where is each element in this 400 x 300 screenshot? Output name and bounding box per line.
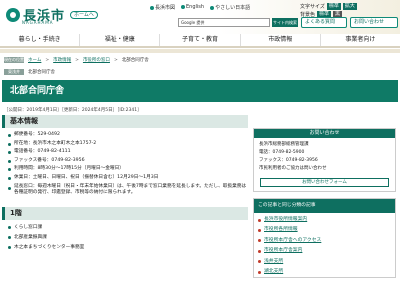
contact-body: 長浜市総務部総務管理課 電話：0749-82-5900 ファックス：0749-8… (254, 138, 395, 176)
global-nav: 暮らし・手続き 福祉・健康 子育て・教育 市政情報 事業者向け (0, 34, 400, 48)
related-articles: この記事と同じ分類の記事 長浜市役所情報案内 市役所各所情報 市役所本庁舎へのア… (253, 198, 396, 279)
info-postal-code: 郵便番号：529-0492 (8, 131, 248, 140)
easy-japanese-icon (210, 5, 215, 10)
contact-heading: お問い合わせ (254, 129, 395, 138)
text-size-standard-button[interactable]: 標準 (326, 3, 341, 10)
page-meta: ［公開日：2019年4月1日］［更新日：2024年4月5日］［ID:2341］ (4, 108, 142, 113)
floor-1-item: くらし窓口課 (8, 223, 248, 233)
utility-link-easy-japanese[interactable]: やさしい日本語 (210, 4, 250, 11)
related-link[interactable]: 浅井支所 (258, 257, 395, 267)
breadcrumb-secondary-current: 北部合同庁舎 (28, 70, 55, 75)
site-sub-name: NAGAHAMA (22, 20, 54, 25)
contact-button[interactable]: お問い合わせ (350, 17, 398, 28)
utility-links: 長浜市図 English やさしい日本語 (150, 4, 250, 11)
utility-link-english[interactable]: English (181, 4, 204, 11)
search-input[interactable]: Google 提供 (178, 18, 270, 27)
home-link[interactable]: ホームへ (70, 11, 98, 19)
info-closed-days: 休業日：土曜日、日曜日、祝日（振替休日含む）12月29日～1月3日 (8, 174, 248, 183)
breadcrumb-tag: 現在の位置 (4, 57, 24, 63)
contact-phone: 電話：0749-82-5900 (259, 150, 305, 155)
site-header: 長浜市 NAGAHAMA ホームへ 長浜市図 English やさしい日本語 文… (0, 0, 400, 34)
sidebar: お問い合わせ 長浜市総務部総務管理課 電話：0749-82-5900 ファックス… (253, 128, 396, 279)
text-size-control: 文字サイズ 標準 拡大 (300, 3, 357, 10)
floor-1-item: 北部産業振興課 (8, 233, 248, 243)
related-heading: この記事と同じ分類の記事 (254, 199, 395, 213)
page: 長浜市 NAGAHAMA ホームへ 長浜市図 English やさしい日本語 文… (0, 0, 400, 300)
utility-link-map[interactable]: 長浜市図 (150, 4, 175, 11)
basic-info-heading: 基本情報 (2, 115, 248, 128)
nav-item-business[interactable]: 事業者向け (319, 34, 400, 46)
breadcrumb-tag-secondary: 東浅井 (4, 69, 24, 75)
related-link[interactable]: 市役所各所情報 (258, 225, 395, 235)
contact-department: 長浜市総務部総務管理課 (259, 142, 309, 147)
breadcrumb-home[interactable]: ホーム (28, 57, 41, 63)
info-address: 所在地：長浜市木之本町木之本1757-2 (8, 140, 248, 149)
info-fax: ファックス番号：0749-82-3956 (8, 157, 248, 166)
search-button[interactable]: サイト内検索 (272, 18, 298, 27)
faq-button[interactable]: よくある質問 (301, 17, 347, 28)
text-size-label: 文字サイズ (300, 4, 325, 10)
floor-1-item: 木之本まちづくりセンター事務室 (8, 243, 248, 253)
nav-item-living[interactable]: 暮らし・手続き (0, 34, 79, 46)
main-content: 基本情報 郵便番号：529-0492 所在地：長浜市木之本町木之本1757-2 … (2, 115, 248, 253)
globe-icon (181, 4, 186, 9)
breadcrumb-current: 北部合同庁舎 (121, 58, 149, 63)
nav-item-city-info[interactable]: 市政情報 (239, 34, 320, 46)
contact-form-link[interactable]: お問い合わせフォーム (260, 178, 389, 187)
related-link[interactable]: 市役所本庁舎へのアクセス (258, 236, 395, 246)
nav-item-childcare[interactable]: 子育て・教育 (159, 34, 239, 46)
contact-box: お問い合わせ 長浜市総務部総務管理課 電話：0749-82-5900 ファックス… (253, 128, 396, 192)
breadcrumb: 現在の位置 ホーム > 市政情報 > 市役所の窓口 > 北部合同庁舎 (4, 57, 149, 63)
contact-note: 市民利用者のご協力は問い合わせ (259, 166, 327, 171)
text-size-large-button[interactable]: 拡大 (342, 3, 357, 10)
basic-info-list: 郵便番号：529-0492 所在地：長浜市木之本町木之本1757-2 電話番号：… (2, 128, 248, 196)
related-list: 長浜市役所情報案内 市役所各所情報 市役所本庁舎へのアクセス 市役所本庁舎案内 … (254, 213, 395, 277)
page-title: 北部合同庁舎 (2, 80, 398, 102)
related-link[interactable]: 長浜市役所情報案内 (258, 215, 395, 225)
breadcrumb-city-info[interactable]: 市政情報 (53, 57, 71, 63)
related-link[interactable]: 市役所本庁舎案内 (258, 246, 395, 256)
info-hours: 利用時間：8時30分～17時15分（月曜日～金曜日） (8, 165, 248, 174)
breadcrumb-secondary: 東浅井 北部合同庁舎 (0, 67, 400, 77)
city-emblem-icon (6, 7, 20, 22)
contact-fax: ファックス：0749-82-3956 (259, 158, 318, 163)
info-phone: 電話番号：0749-82-4111 (8, 148, 248, 157)
floor-1-heading: 1階 (2, 206, 248, 220)
nav-item-welfare[interactable]: 福祉・健康 (79, 34, 159, 46)
floor-1-list: くらし窓口課 北部産業振興課 木之本まちづくりセンター事務室 (2, 220, 248, 253)
related-link[interactable]: 湖北支所 (258, 267, 395, 277)
info-extended-window: 延長窓口：毎週木曜日（祝日・年末年始休業日）は、午後7時まで窓口業務を延長します… (8, 184, 248, 196)
breadcrumb-offices[interactable]: 市役所の窓口 (83, 57, 110, 63)
map-icon (150, 5, 154, 10)
nav-divider (0, 49, 400, 53)
